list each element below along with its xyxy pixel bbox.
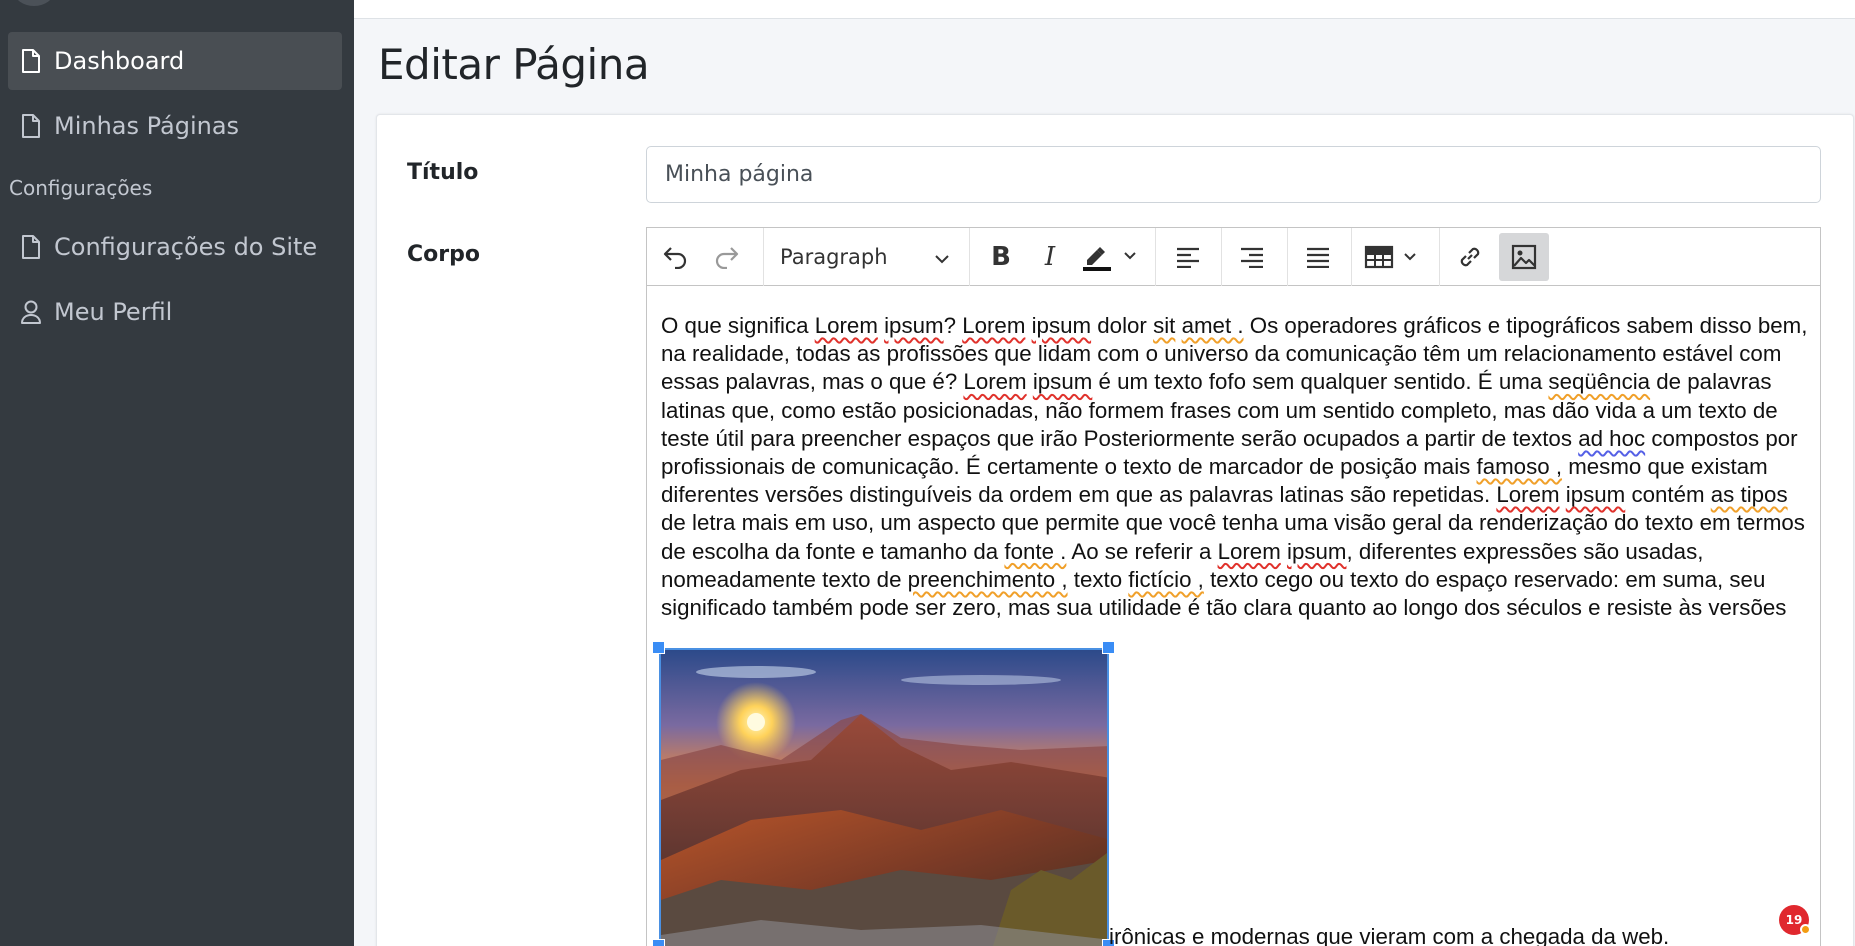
mountain-sunset-image xyxy=(661,650,1107,946)
spelling-error: Lorem xyxy=(963,369,1027,395)
grammar-warning: fictício , xyxy=(1128,566,1204,592)
file-icon xyxy=(20,48,42,74)
brand-logo[interactable] xyxy=(14,0,54,6)
top-navbar xyxy=(354,0,1855,19)
style-hint: ad hoc xyxy=(1578,425,1646,451)
file-icon xyxy=(20,113,42,139)
grammar-warning: fonte . xyxy=(1004,538,1067,564)
sidebar-item-label: Meu Perfil xyxy=(54,298,173,326)
undo-icon[interactable] xyxy=(653,233,697,281)
table-icon[interactable] xyxy=(1359,233,1431,281)
sidebar-item-dashboard[interactable]: Dashboard xyxy=(8,32,342,90)
sidebar-item-configuracoes-site[interactable]: Configurações do Site xyxy=(8,218,342,276)
paragraph-text: O que significa xyxy=(661,313,815,338)
align-right-icon[interactable] xyxy=(1229,233,1275,281)
justify-icon[interactable] xyxy=(1295,233,1341,281)
title-label: Título xyxy=(407,160,479,185)
rich-text-editor[interactable]: Paragraph B I O que significa Lorem ipsu… xyxy=(646,227,1821,946)
sidebar-section-header: Configurações xyxy=(9,176,153,200)
italic-icon[interactable]: I xyxy=(1028,233,1072,281)
editor-toolbar: Paragraph B I xyxy=(647,228,1820,286)
sidebar-item-minhas-paginas[interactable]: Minhas Páginas xyxy=(8,97,342,155)
resize-handle-bottom-left[interactable] xyxy=(652,939,665,946)
grammar-warning: sit xyxy=(1153,313,1176,338)
heading-select-value: Paragraph xyxy=(780,245,888,269)
page-title: Editar Página xyxy=(378,40,650,89)
inserted-image[interactable] xyxy=(659,648,1109,946)
spelling-error: ipsum xyxy=(1286,538,1347,564)
file-icon xyxy=(20,234,42,260)
highlight-icon[interactable] xyxy=(1075,233,1143,281)
link-icon[interactable] xyxy=(1447,233,1493,281)
paragraph-text: ? xyxy=(943,313,963,338)
sidebar-item-meu-perfil[interactable]: Meu Perfil xyxy=(8,283,342,341)
sidebar-item-label: Dashboard xyxy=(54,47,185,75)
chevron-down-icon xyxy=(934,247,950,271)
spelling-error: Lorem xyxy=(814,313,878,338)
notification-status-dot xyxy=(1800,924,1811,935)
resize-handle-top-left[interactable] xyxy=(652,641,665,654)
body-label: Corpo xyxy=(407,242,480,267)
paragraph-text: dolor xyxy=(1091,313,1154,338)
sidebar-item-label: Minhas Páginas xyxy=(54,112,240,140)
spelling-error: ipsum xyxy=(1032,369,1093,395)
grammar-warning: famoso , xyxy=(1476,454,1563,480)
grammar-warning: preenchimento , xyxy=(907,566,1068,592)
resize-handle-top-right[interactable] xyxy=(1102,641,1115,654)
sidebar-item-label: Configurações do Site xyxy=(54,233,318,261)
grammar-warning: seqüência xyxy=(1548,369,1651,395)
spelling-error: Lorem xyxy=(1217,538,1281,564)
align-left-icon[interactable] xyxy=(1165,233,1211,281)
grammar-warning: as tipos xyxy=(1710,482,1788,508)
heading-select[interactable]: Paragraph xyxy=(780,233,950,281)
spelling-error: ipsum xyxy=(1565,482,1626,508)
user-icon xyxy=(20,299,42,325)
editor-paragraph[interactable]: O que significa Lorem ipsum? Lorem ipsum… xyxy=(661,312,1811,622)
image-icon[interactable] xyxy=(1499,233,1549,281)
paragraph-text: contém xyxy=(1625,482,1711,508)
spelling-error: Lorem xyxy=(1496,482,1560,508)
redo-icon[interactable] xyxy=(705,233,749,281)
paragraph-text: é um texto fofo sem qualquer sentido. É … xyxy=(1092,369,1549,395)
sidebar: Dashboard Minhas Páginas Configurações C… xyxy=(0,0,354,946)
paragraph-text: texto xyxy=(1067,566,1129,592)
spelling-error: Lorem xyxy=(962,313,1026,338)
editor-paragraph-continuation[interactable]: irônicas e modernas que vieram com a che… xyxy=(1109,924,1669,946)
bold-icon[interactable]: B xyxy=(978,233,1024,281)
spelling-error: ipsum xyxy=(884,313,944,338)
spelling-error: ipsum xyxy=(1031,313,1092,338)
paragraph-text: Ao se referir a xyxy=(1066,538,1218,564)
title-input[interactable]: Minha página xyxy=(646,146,1821,203)
grammar-warning: amet . xyxy=(1181,313,1244,338)
